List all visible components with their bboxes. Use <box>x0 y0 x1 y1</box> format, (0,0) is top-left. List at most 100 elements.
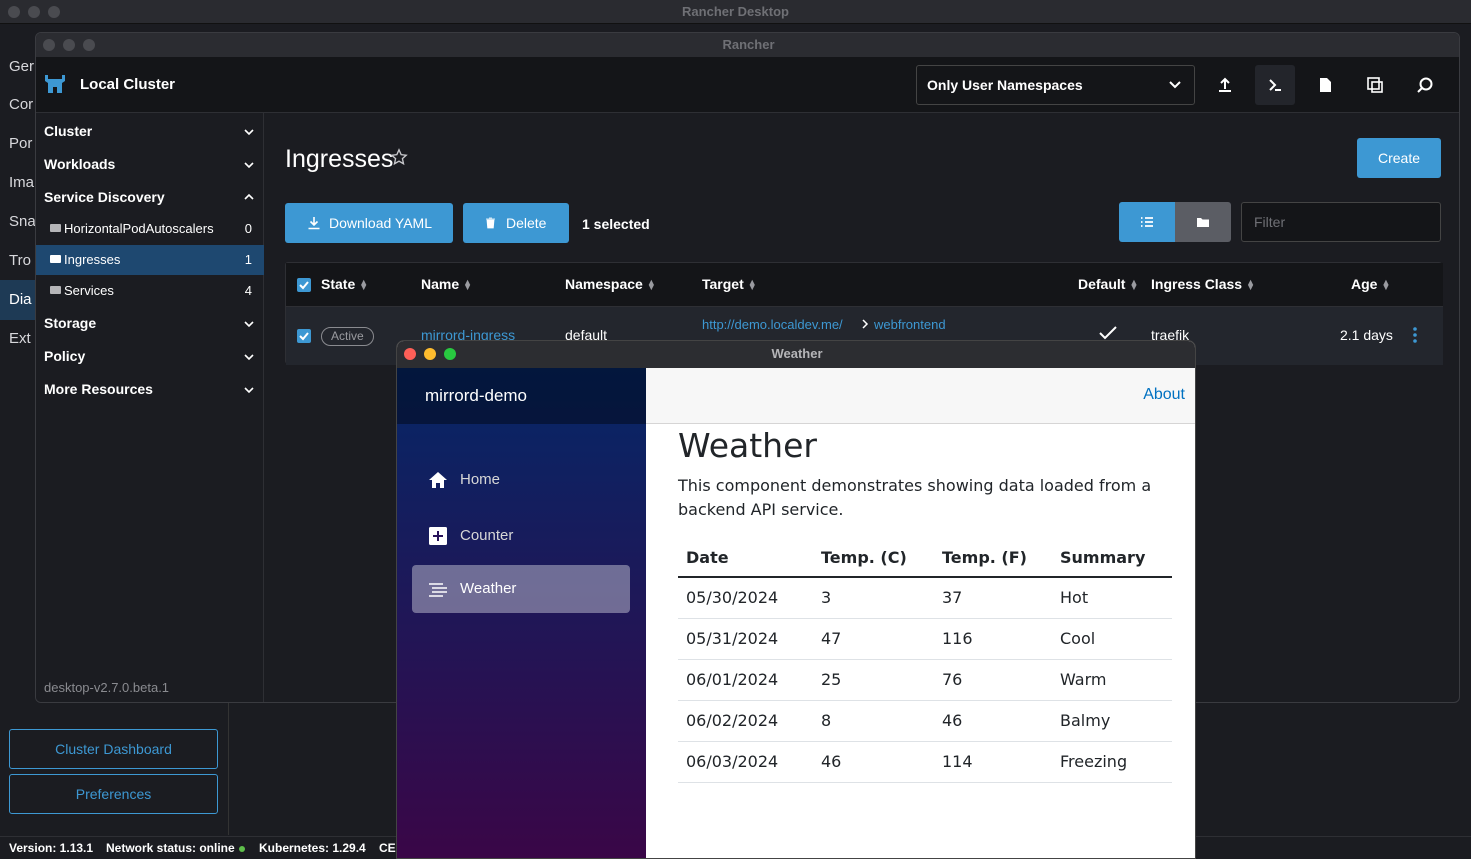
column-header-ingress-class[interactable]: Ingress Class ▲ ▼ <box>1151 276 1255 292</box>
column-header-label: Target <box>702 276 744 292</box>
temp-c-cell: 3 <box>813 577 934 619</box>
selection-count: 1 selected <box>582 216 650 232</box>
delete-button[interactable]: Delete <box>463 203 569 243</box>
nav-item-label: Home <box>460 471 501 488</box>
nav-item-weather[interactable]: Weather <box>412 565 630 613</box>
chevron-up-icon[interactable] <box>244 192 254 202</box>
sidebar-item-services[interactable]: Services 4 <box>36 276 264 306</box>
column-header-default[interactable]: Default ▲ ▼ <box>1078 276 1138 292</box>
chevron-down-icon[interactable] <box>244 160 254 170</box>
window-title: Rancher <box>722 37 775 52</box>
date-cell: 06/02/2024 <box>678 700 813 742</box>
nav-item-port-forwarding[interactable]: Por <box>9 135 32 152</box>
app-brand[interactable]: mirrord-demo <box>397 368 646 424</box>
download-kubeconfig-button[interactable] <box>1305 65 1345 105</box>
delete-label: Delete <box>506 215 547 231</box>
network-status: Network status: online <box>106 841 245 855</box>
temp-c-cell: 8 <box>813 700 934 742</box>
sidebar-item-ingresses[interactable]: Ingresses 1 <box>36 245 264 275</box>
nav-item-counter[interactable]: Counter <box>412 512 630 560</box>
sidebar-item-horizontalpodautoscalers[interactable]: HorizontalPodAutoscalers 0 <box>36 214 264 244</box>
nav-item-snapshots[interactable]: Sna <box>9 213 36 230</box>
nav-item-label: Weather <box>460 580 517 597</box>
forecast-table: Date Temp. (C) Temp. (F) Summary 05/30/2… <box>678 538 1172 783</box>
version-label: desktop-v2.7.0.beta.1 <box>44 680 170 695</box>
target-service-link[interactable]: webfrontend <box>874 317 946 332</box>
upload-icon <box>1219 77 1231 92</box>
create-button[interactable]: Create <box>1357 138 1441 178</box>
checkmark-icon <box>1099 326 1117 340</box>
resource-search-button[interactable] <box>1405 65 1445 105</box>
page-description: This component demonstrates showing data… <box>678 476 1152 519</box>
title-bar: Rancher Desktop <box>0 0 1471 24</box>
column-header-state[interactable]: State ▲ ▼ <box>321 276 368 292</box>
chevron-down-icon[interactable] <box>244 319 254 329</box>
import-yaml-button[interactable] <box>1205 65 1245 105</box>
nav-item-diagnostics[interactable]: Dia <box>9 291 32 308</box>
sidebar-group-cluster[interactable]: Cluster <box>44 123 92 139</box>
about-link[interactable]: About <box>1143 386 1185 404</box>
namespace-filter-select[interactable]: Only User Namespaces <box>916 65 1195 105</box>
container-engine-status: CE <box>379 841 396 855</box>
rancher-logo-icon[interactable] <box>42 73 68 97</box>
table-row: 06/03/2024 46 114 Freezing <box>678 741 1172 783</box>
group-by-namespace-toggle[interactable] <box>1175 202 1231 242</box>
temp-c-cell: 47 <box>813 618 934 660</box>
sidebar-item-label: HorizontalPodAutoscalers <box>64 221 214 236</box>
sort-icon: ▲ ▼ <box>359 277 369 293</box>
checkmark-icon <box>299 281 309 290</box>
date-cell: 05/31/2024 <box>678 618 813 660</box>
sidebar-group-workloads[interactable]: Workloads <box>44 156 115 172</box>
plus-square-icon <box>429 527 447 545</box>
kubectl-shell-button[interactable] <box>1255 65 1295 105</box>
list-view-toggle[interactable] <box>1119 202 1175 242</box>
nav-item-images[interactable]: Ima <box>9 174 34 191</box>
summary-cell: Warm <box>1052 659 1172 701</box>
table-header: State ▲ ▼ Name ▲ ▼ Namespace ▲ ▼ Target ▲ ▼ Defa… <box>286 263 1443 307</box>
temp-f-cell: 37 <box>934 577 1052 619</box>
star-icon[interactable] <box>390 148 408 166</box>
target-url-link[interactable]: http://demo.localdev.me/ <box>702 317 843 332</box>
nav-item-general[interactable]: Ger <box>9 58 34 75</box>
chevron-down-icon[interactable] <box>244 385 254 395</box>
table-row: 05/31/2024 47 116 Cool <box>678 618 1172 660</box>
sidebar-group-policy[interactable]: Policy <box>44 348 85 364</box>
copy-kubeconfig-button[interactable] <box>1355 65 1395 105</box>
filter-input[interactable]: Filter <box>1241 202 1441 242</box>
folder-icon <box>1197 218 1209 227</box>
table-header-row: Date Temp. (C) Temp. (F) Summary <box>678 538 1172 578</box>
date-cell: 06/03/2024 <box>678 741 813 783</box>
column-header-label: Age <box>1351 276 1378 292</box>
column-header-target[interactable]: Target ▲ ▼ <box>702 276 757 292</box>
more-actions-icon[interactable] <box>1412 326 1418 344</box>
select-all-checkbox[interactable] <box>297 278 311 292</box>
kubernetes-status: Kubernetes: 1.29.4 <box>259 841 366 855</box>
cluster-dashboard-button[interactable]: Cluster Dashboard <box>9 729 218 769</box>
nav-item-home[interactable]: Home <box>412 456 630 504</box>
column-header-namespace[interactable]: Namespace ▲ ▼ <box>565 276 656 292</box>
sidebar-group-service-discovery[interactable]: Service Discovery <box>44 189 165 205</box>
sort-icon: ▲ ▼ <box>1381 277 1391 293</box>
column-header-label: Name <box>421 276 460 292</box>
chevron-down-icon[interactable] <box>244 352 254 362</box>
cluster-name[interactable]: Local Cluster <box>80 76 175 93</box>
nav-item-troubleshooting[interactable]: Tro <box>9 252 31 269</box>
preferences-button[interactable]: Preferences <box>9 774 218 814</box>
column-header-summary: Summary <box>1052 538 1172 578</box>
cluster-sidebar: Cluster Workloads Service Discovery Hori… <box>36 113 264 702</box>
column-header-temp-c: Temp. (C) <box>813 538 934 578</box>
column-header-name[interactable]: Name ▲ ▼ <box>421 276 472 292</box>
sidebar-group-more-resources[interactable]: More Resources <box>44 381 153 397</box>
download-yaml-button[interactable]: Download YAML <box>285 203 453 243</box>
sidebar-group-storage[interactable]: Storage <box>44 315 96 331</box>
sidebar-item-count: 4 <box>244 283 252 298</box>
row-checkbox[interactable] <box>297 329 311 343</box>
window-title: Weather <box>771 346 823 361</box>
terminal-icon <box>1269 79 1281 91</box>
nav-item-extensions[interactable]: Ext <box>9 330 31 347</box>
chevron-down-icon[interactable] <box>244 127 254 137</box>
column-header-label: State <box>321 276 356 292</box>
sort-icon: ▲ ▼ <box>646 277 656 293</box>
nav-item-container-engine[interactable]: Cor <box>9 96 33 113</box>
column-header-age[interactable]: Age ▲ ▼ <box>1351 276 1390 292</box>
